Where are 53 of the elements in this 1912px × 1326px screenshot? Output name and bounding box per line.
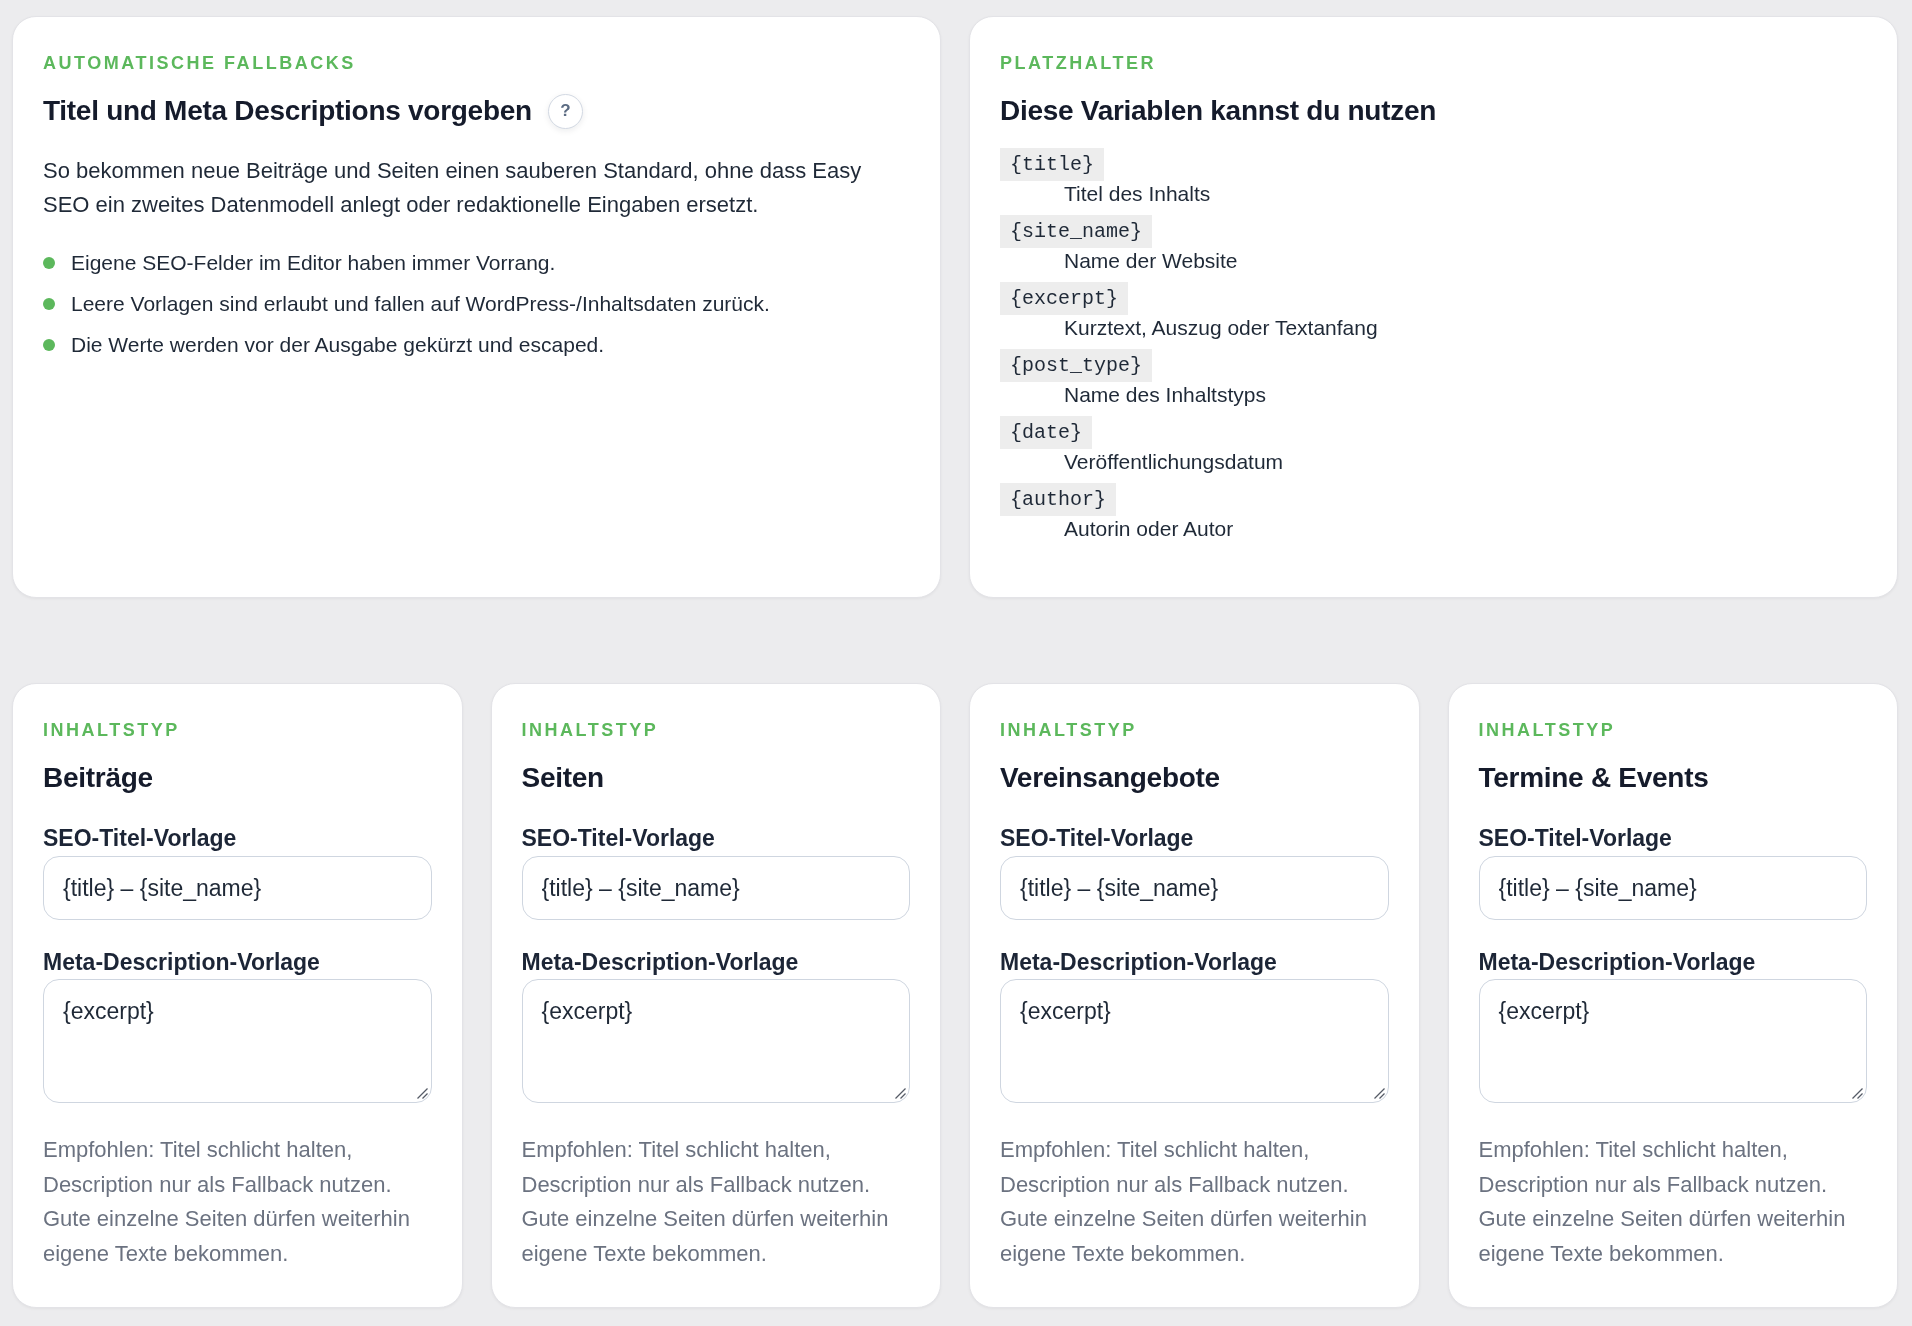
section-eyebrow: INHALTSTYP bbox=[1478, 719, 1616, 742]
variable-description: Kurztext, Auszug oder Textanfang bbox=[1064, 315, 1378, 341]
variable-code: {author} bbox=[1000, 483, 1116, 516]
hint-text: Empfohlen: Titel schlicht halten, Description nur als Fallback nutzen. Gute einzelne Seiten dürfen weiterhin eigene Texte bekommen. bbox=[1478, 1136, 1847, 1268]
bullet-text: Die Werte werden vor der Ausgabe gekürzt und escaped. bbox=[71, 332, 605, 358]
variable-code: {post_type} bbox=[1000, 349, 1153, 382]
field-label: SEO-Titel-Vorlage bbox=[43, 824, 237, 852]
section-eyebrow: INHALTSTYP bbox=[1000, 719, 1137, 742]
bullet-text: Eigene SEO-Felder im Editor haben immer Vorrang. bbox=[71, 250, 556, 276]
variable-description: Name des Inhaltstyps bbox=[1064, 382, 1266, 408]
variable-description: Titel des Inhalts bbox=[1064, 181, 1211, 207]
textarea-field[interactable]: {excerpt} bbox=[1478, 979, 1867, 1103]
variable-description: Name der Website bbox=[1064, 248, 1238, 274]
help-button[interactable]: ? bbox=[547, 93, 583, 129]
section-eyebrow: AUTOMATISCHE FALLBACKS bbox=[43, 52, 356, 75]
card-title: Titel und Meta Descriptions vorgeben bbox=[43, 94, 532, 128]
variable-code: {date} bbox=[1000, 416, 1092, 449]
bullet-text: Leere Vorlagen sind erlaubt und fallen auf WordPress-/Inhaltsdaten zurück. bbox=[71, 291, 770, 317]
hint-text: Empfohlen: Titel schlicht halten, Description nur als Fallback nutzen. Gute einzelne Seiten dürfen weiterhin eigene Texte bekommen. bbox=[43, 1136, 411, 1268]
textarea-field[interactable]: {excerpt} bbox=[1000, 979, 1389, 1103]
hint-text: Empfohlen: Titel schlicht halten, Description nur als Fallback nutzen. Gute einzelne Seiten dürfen weiterhin eigene Texte bekommen. bbox=[1000, 1136, 1368, 1268]
card-title: Vereinsangebote bbox=[1000, 761, 1220, 795]
resize-grip-icon[interactable] bbox=[1852, 1088, 1863, 1099]
field-label: SEO-Titel-Vorlage bbox=[1000, 824, 1194, 852]
variable-code: {site_name} bbox=[1000, 215, 1153, 248]
field-label: SEO-Titel-Vorlage bbox=[1478, 824, 1672, 852]
card-title: Diese Variablen kannst du nutzen bbox=[1000, 94, 1437, 128]
card-title: Seiten bbox=[521, 761, 604, 795]
input-field[interactable]: {title} – {site_name} bbox=[1478, 856, 1867, 920]
textarea-field[interactable]: {excerpt} bbox=[43, 979, 432, 1103]
field-label: Meta-Description-Vorlage bbox=[1000, 948, 1277, 976]
section-eyebrow: INHALTSTYP bbox=[521, 719, 659, 742]
hint-text: Empfohlen: Titel schlicht halten, Description nur als Fallback nutzen. Gute einzelne Seiten dürfen weiterhin eigene Texte bekommen. bbox=[521, 1136, 890, 1268]
textarea-field[interactable]: {excerpt} bbox=[521, 979, 910, 1103]
variable-description: Veröffentlichungsdatum bbox=[1064, 449, 1284, 475]
variable-code: {title} bbox=[1000, 148, 1104, 181]
card-title: Termine & Events bbox=[1478, 761, 1709, 795]
section-eyebrow: INHALTSTYP bbox=[43, 719, 180, 742]
field-label: Meta-Description-Vorlage bbox=[43, 948, 320, 976]
resize-grip-icon[interactable] bbox=[416, 1088, 428, 1099]
variable-description: Autorin oder Autor bbox=[1064, 516, 1234, 542]
field-label: Meta-Description-Vorlage bbox=[1478, 948, 1756, 976]
input-field[interactable]: {title} – {site_name} bbox=[43, 856, 432, 920]
resize-grip-icon[interactable] bbox=[895, 1088, 906, 1099]
intro-text: So bekommen neue Beiträge und Seiten einen sauberen Standard, ohne dass Easy SEO ein zweites Datenmodell anlegt oder redaktionelle Eingaben ersetzt. bbox=[43, 157, 863, 219]
field-label: SEO-Titel-Vorlage bbox=[521, 824, 715, 852]
input-field[interactable]: {title} – {site_name} bbox=[1000, 856, 1389, 920]
resize-grip-icon[interactable] bbox=[1373, 1088, 1385, 1099]
variable-code: {excerpt} bbox=[1000, 282, 1129, 315]
card-title: Beiträge bbox=[43, 761, 153, 795]
input-field[interactable]: {title} – {site_name} bbox=[521, 856, 910, 920]
field-label: Meta-Description-Vorlage bbox=[521, 948, 799, 976]
section-eyebrow: PLATZHALTER bbox=[1000, 52, 1157, 75]
